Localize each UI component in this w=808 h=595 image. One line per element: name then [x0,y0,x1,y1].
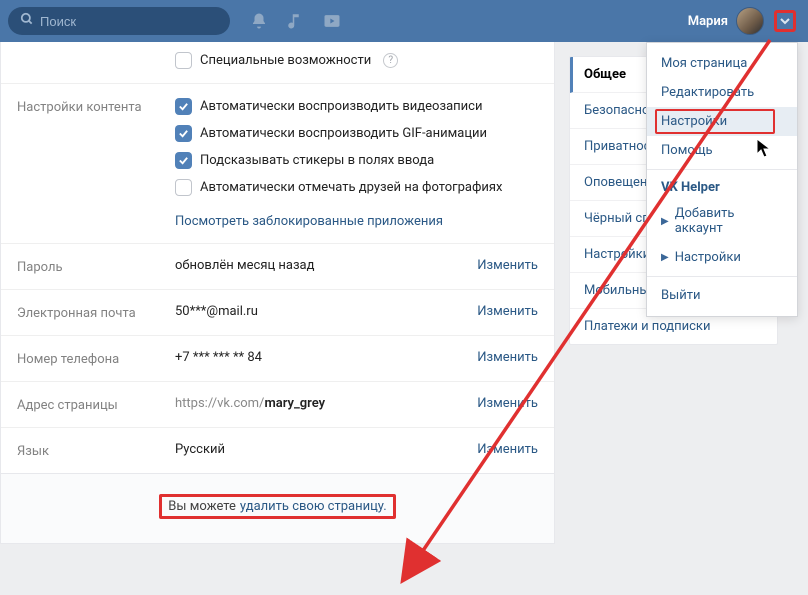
dropdown-divider [647,276,797,277]
dropdown-help[interactable]: Помощь [647,136,797,165]
dropdown-helper-add-label: Добавить аккаунт [675,206,783,236]
check-label: Автоматически воспроизводить видеозаписи [200,99,482,114]
address-label: Адрес страницы [17,396,175,413]
dropdown-helper-header: VK Helper [647,174,797,199]
search-input[interactable] [40,14,218,29]
password-label: Пароль [17,258,175,275]
dropdown-logout[interactable]: Выйти [647,281,797,310]
dropdown-my-page[interactable]: Моя страница [647,49,797,78]
music-icon[interactable] [286,12,304,30]
bell-icon[interactable] [250,12,268,30]
play-icon: ▶ [661,216,669,227]
checkbox-autoplay-video[interactable] [175,98,192,115]
video-icon[interactable] [322,11,342,31]
topbar-icons [250,11,342,31]
check-label: Автоматически воспроизводить GIF-анимаци… [200,126,487,141]
blocked-apps-link[interactable]: Посмотреть заблокированные приложения [175,214,443,229]
play-icon: ▶ [661,252,669,263]
email-change[interactable]: Изменить [477,304,538,319]
address-main: mary_grey [264,396,325,411]
dropdown-helper-settings[interactable]: ▶ Настройки [647,243,797,272]
email-value: 50***@mail.ru [175,304,477,319]
delete-highlight: Вы можете удалить свою страницу. [159,494,395,519]
email-label: Электронная почта [17,304,175,321]
user-block[interactable]: Мария [688,7,796,35]
search-icon [20,12,34,30]
password-value: обновлён месяц назад [175,258,477,273]
user-dropdown: Моя страница Редактировать Настройки Пом… [646,42,798,317]
address-change[interactable]: Изменить [477,396,538,411]
user-name: Мария [688,14,728,29]
checkbox-stickers-hint[interactable] [175,152,192,169]
check-label: Автоматически отмечать друзей на фотогра… [200,180,502,195]
phone-value: +7 *** *** ** 84 [175,350,477,365]
dropdown-edit[interactable]: Редактировать [647,78,797,107]
topbar: Мария [0,0,808,42]
help-icon[interactable]: ? [383,53,398,68]
checkbox-accessibility[interactable] [175,52,192,69]
chevron-down-icon[interactable] [774,10,796,32]
dropdown-helper-settings-label: Настройки [675,250,741,265]
phone-label: Номер телефона [17,350,175,367]
delete-footer: Вы можете удалить свою страницу. [0,474,555,544]
delete-page-link[interactable]: удалить свою страницу. [240,499,387,514]
settings-panel: Специальные возможности ? Настройки конт… [0,42,555,474]
search-box[interactable] [8,7,230,35]
password-change[interactable]: Изменить [477,258,538,273]
dropdown-helper-add-account[interactable]: ▶ Добавить аккаунт [647,199,797,243]
accessibility-label: Специальные возможности [200,53,371,68]
dropdown-settings[interactable]: Настройки [647,107,797,136]
checkbox-autoplay-gif[interactable] [175,125,192,142]
language-change[interactable]: Изменить [477,442,538,457]
dropdown-settings-label: Настройки [661,114,727,129]
address-prefix: https://vk.com/ [175,396,264,411]
phone-change[interactable]: Изменить [477,350,538,365]
delete-prefix: Вы можете [168,499,236,514]
avatar [736,7,764,35]
dropdown-divider [647,169,797,170]
row-label-empty [17,52,175,54]
checkbox-auto-tag[interactable] [175,179,192,196]
language-label: Язык [17,442,175,459]
content-settings-label: Настройки контента [17,98,175,115]
check-label: Подсказывать стикеры в полях ввода [200,153,434,168]
language-value: Русский [175,442,477,457]
